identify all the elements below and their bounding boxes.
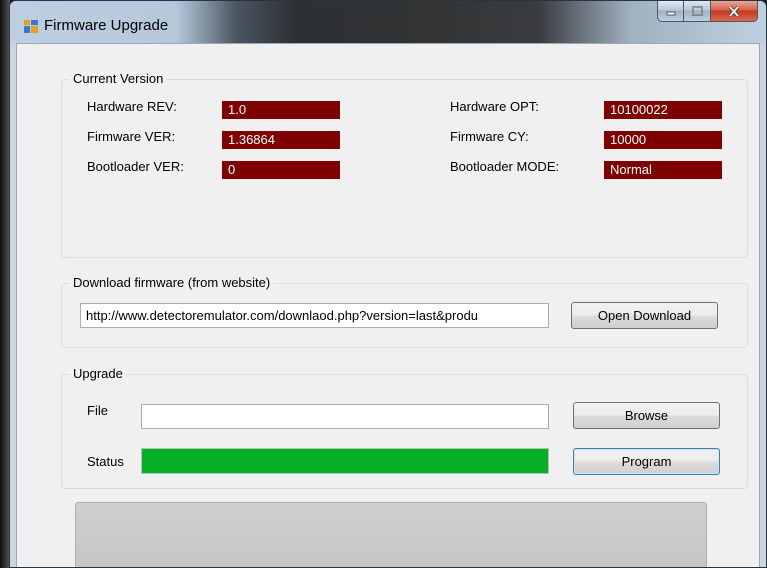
status-progress-bar — [141, 448, 549, 474]
download-firmware-group: Download firmware (from website) http://… — [61, 275, 748, 348]
open-download-button[interactable]: Open Download — [571, 302, 718, 329]
maximize-icon — [691, 6, 703, 16]
close-icon — [728, 5, 740, 17]
current-version-group: Current Version Hardware REV: 1.0 Firmwa… — [61, 71, 748, 258]
program-button[interactable]: Program — [573, 448, 720, 475]
app-icon — [24, 20, 38, 33]
firmware-ver-value: 1.36864 — [222, 131, 340, 149]
maximize-button[interactable] — [684, 1, 711, 22]
bootloader-ver-value: 0 — [222, 161, 340, 179]
close-button[interactable] — [711, 1, 758, 22]
current-version-legend: Current Version — [70, 71, 167, 86]
client-area: Current Version Hardware REV: 1.0 Firmwa… — [16, 43, 760, 567]
hardware-rev-label: Hardware REV: — [87, 99, 177, 114]
title-bar[interactable]: Firmware Upgrade — [10, 1, 766, 43]
hardware-opt-label: Hardware OPT: — [450, 99, 539, 114]
minimize-button[interactable] — [657, 1, 684, 22]
caption-buttons — [657, 1, 758, 23]
status-progress-fill — [142, 449, 548, 473]
file-path-input[interactable] — [141, 404, 549, 429]
upgrade-legend: Upgrade — [70, 366, 126, 381]
file-label: File — [87, 403, 108, 418]
hardware-rev-value: 1.0 — [222, 101, 340, 119]
window-title: Firmware Upgrade — [44, 17, 169, 34]
bootloader-mode-label: Bootloader MODE: — [450, 159, 560, 174]
firmware-cy-value: 10000 — [604, 131, 722, 149]
bootloader-mode-value: Normal — [604, 161, 722, 179]
firmware-cy-label: Firmware CY: — [450, 129, 529, 144]
firmware-upgrade-window: Firmware Upgrade Current Version Hardwar… — [9, 0, 767, 568]
firmware-ver-label: Firmware VER: — [87, 129, 176, 144]
download-firmware-legend: Download firmware (from website) — [70, 275, 274, 290]
download-url-field[interactable]: http://www.detectoremulator.com/downlaod… — [80, 303, 549, 328]
upgrade-group: Upgrade File Browse Status Program — [61, 366, 748, 489]
browse-button[interactable]: Browse — [573, 402, 720, 429]
bottom-panel — [75, 502, 707, 567]
bootloader-ver-label: Bootloader VER: — [87, 159, 184, 174]
hardware-opt-value: 10100022 — [604, 101, 722, 119]
minimize-icon — [666, 11, 675, 16]
status-label: Status — [87, 454, 124, 469]
